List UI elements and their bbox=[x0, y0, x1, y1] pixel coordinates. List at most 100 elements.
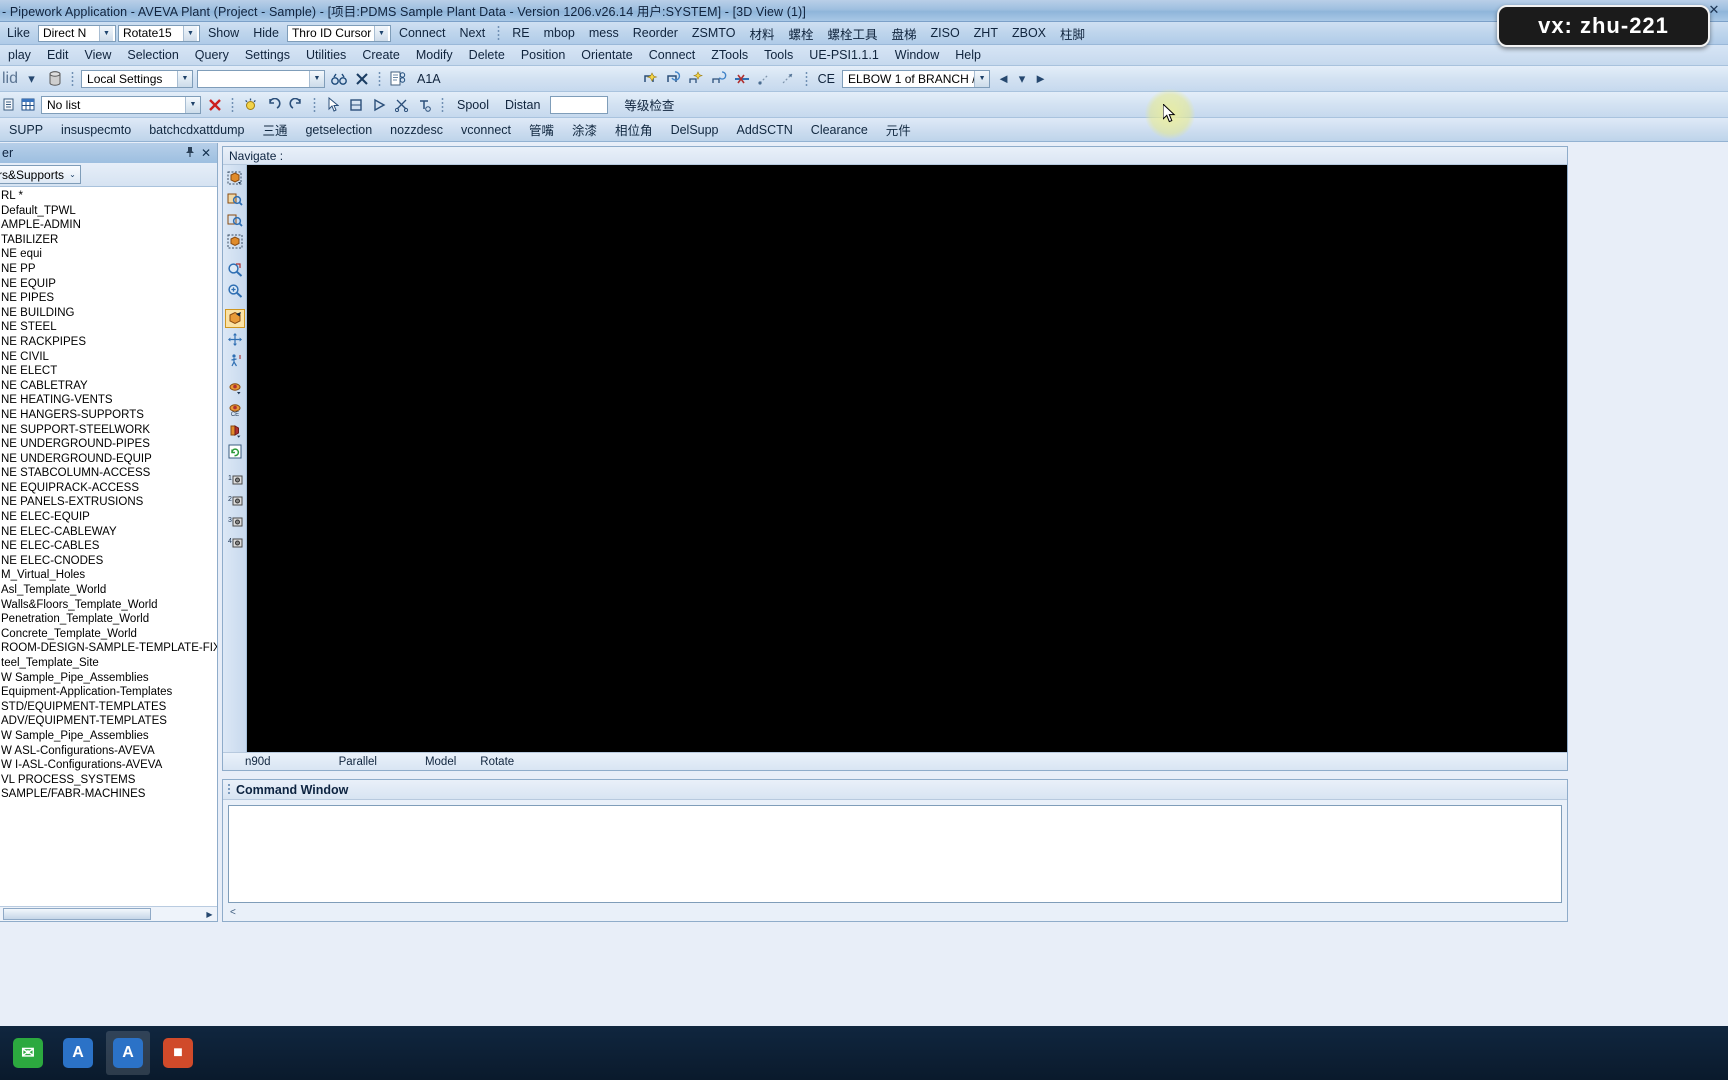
menu-item-tools[interactable]: Tools bbox=[756, 48, 801, 62]
arrow-right-icon[interactable]: ► bbox=[1030, 68, 1051, 89]
view-preset-1-icon[interactable]: 1 bbox=[225, 470, 245, 489]
menu-item-position[interactable]: Position bbox=[513, 48, 573, 62]
zoom-select-icon[interactable] bbox=[225, 190, 245, 209]
hide-button[interactable]: Hide bbox=[246, 26, 286, 40]
tree-item[interactable]: W Sample_Pipe_Assemblies bbox=[0, 671, 217, 686]
menu-item-connect[interactable]: Connect bbox=[641, 48, 704, 62]
menu-item-play[interactable]: play bbox=[0, 48, 39, 62]
command-window-input[interactable] bbox=[228, 805, 1562, 903]
thro-id-cursor-combo[interactable]: Thro ID Cursor ▼ bbox=[286, 24, 391, 42]
chevron-down-icon[interactable]: ▼ bbox=[974, 70, 990, 87]
taskbar-item-wechat[interactable]: ✉ bbox=[6, 1031, 50, 1075]
view-direction-icon[interactable] bbox=[225, 421, 245, 440]
addin-button-ziso[interactable]: ZISO bbox=[924, 26, 967, 40]
command-nozzdesc[interactable]: nozzdesc bbox=[381, 123, 452, 137]
3d-canvas[interactable] bbox=[247, 165, 1567, 752]
addin-button-zht[interactable]: ZHT bbox=[967, 26, 1005, 40]
tree-item[interactable]: RL * bbox=[0, 189, 217, 204]
tree-item[interactable]: W ASL-Configurations-AVEVA bbox=[0, 744, 217, 759]
tree-item[interactable]: STD/EQUIPMENT-TEMPLATES bbox=[0, 700, 217, 715]
tree-item[interactable]: Asl_Template_World bbox=[0, 583, 217, 598]
addin-button--[interactable]: 盘梯 bbox=[884, 24, 923, 43]
distan-button[interactable]: Distan bbox=[497, 98, 548, 112]
direct-combo[interactable]: Direct N ▼ bbox=[37, 24, 116, 42]
view-preset-4-icon[interactable]: 4 bbox=[225, 533, 245, 552]
arrow-left-icon[interactable]: ◄ bbox=[993, 68, 1014, 89]
chevron-down-icon[interactable]: ▼ bbox=[373, 25, 388, 41]
command-getselection[interactable]: getselection bbox=[296, 123, 381, 137]
chevron-down-icon[interactable]: ▼ bbox=[182, 25, 197, 41]
tree-item[interactable]: ADV/EQUIPMENT-TEMPLATES bbox=[0, 714, 217, 729]
binoculars-icon[interactable] bbox=[328, 68, 349, 89]
addin-button-zbox[interactable]: ZBOX bbox=[1005, 26, 1053, 40]
menu-item-selection[interactable]: Selection bbox=[119, 48, 186, 62]
chevron-down-icon[interactable]: ▾ bbox=[21, 68, 42, 89]
tree-item[interactable]: NE equi bbox=[0, 247, 217, 262]
menu-item-window[interactable]: Window bbox=[887, 48, 947, 62]
idea-bulb-icon[interactable] bbox=[240, 94, 261, 115]
command-window-header[interactable]: Command Window bbox=[223, 780, 1567, 800]
scroll-right-icon[interactable]: ▶ bbox=[202, 910, 217, 919]
branch-start-icon[interactable] bbox=[640, 68, 661, 89]
addin-button--[interactable]: 材料 bbox=[742, 24, 781, 43]
tree-item[interactable]: NE PP bbox=[0, 262, 217, 277]
walk-through-icon[interactable] bbox=[225, 169, 245, 188]
menu-item-view[interactable]: View bbox=[76, 48, 119, 62]
tree-item[interactable]: teel_Template_Site bbox=[0, 656, 217, 671]
branch-end-create-icon[interactable] bbox=[709, 68, 730, 89]
command--[interactable]: 相位角 bbox=[606, 120, 662, 139]
command-addsctn[interactable]: AddSCTN bbox=[728, 123, 802, 137]
chevron-down-icon[interactable]: ▼ bbox=[185, 96, 200, 113]
command-delsupp[interactable]: DelSupp bbox=[662, 123, 728, 137]
document-properties-icon[interactable] bbox=[387, 68, 408, 89]
menu-item-ue-psi1.1.1[interactable]: UE-PSI1.1.1 bbox=[801, 48, 886, 62]
command-vconnect[interactable]: vconnect bbox=[452, 123, 520, 137]
spool-button[interactable]: Spool bbox=[449, 98, 497, 112]
point-move-icon[interactable] bbox=[778, 68, 799, 89]
connect-button[interactable]: Connect bbox=[392, 26, 453, 40]
tree-item[interactable]: W Sample_Pipe_Assemblies bbox=[0, 729, 217, 744]
design-tree[interactable]: RL * Default_TPWL AMPLE-ADMIN TABILIZER NE e… bbox=[0, 187, 217, 906]
addin-button--[interactable]: 柱脚 bbox=[1053, 24, 1092, 43]
grade-check-button[interactable]: 等级检查 bbox=[610, 95, 680, 114]
list-combo[interactable]: No list ▼ bbox=[41, 95, 201, 114]
menu-item-settings[interactable]: Settings bbox=[237, 48, 298, 62]
list-icon[interactable] bbox=[1, 94, 15, 115]
branch-start-create-icon[interactable] bbox=[686, 68, 707, 89]
scrollbar-thumb[interactable] bbox=[3, 908, 151, 920]
chevron-down-icon[interactable]: ⌄ bbox=[65, 170, 80, 179]
menu-item-ztools[interactable]: ZTools bbox=[703, 48, 756, 62]
command--[interactable]: 元件 bbox=[877, 120, 920, 139]
view-preset-3-icon[interactable]: 3 bbox=[225, 512, 245, 531]
command-batchcdxattdump[interactable]: batchcdxattdump bbox=[140, 123, 253, 137]
taskbar-item-aveva-design[interactable]: A bbox=[106, 1031, 150, 1075]
addin-button-reorder[interactable]: Reorder bbox=[626, 26, 685, 40]
ce-element-combo[interactable]: ELBOW 1 of BRANCH /250-B ▼ bbox=[842, 69, 991, 88]
tree-item[interactable]: NE ELEC-EQUIP bbox=[0, 510, 217, 525]
local-settings-combo[interactable]: Local Settings ▼ bbox=[81, 69, 194, 88]
tree-item[interactable]: NE CABLETRAY bbox=[0, 379, 217, 394]
tree-item[interactable]: NE UNDERGROUND-PIPES bbox=[0, 437, 217, 452]
drag-grip[interactable] bbox=[227, 783, 231, 796]
menu-item-delete[interactable]: Delete bbox=[461, 48, 513, 62]
menu-item-utilities[interactable]: Utilities bbox=[298, 48, 354, 62]
menu-item-query[interactable]: Query bbox=[187, 48, 237, 62]
command--[interactable]: 三通 bbox=[253, 120, 296, 139]
point-pick-icon[interactable] bbox=[755, 68, 776, 89]
tree-item[interactable]: NE EQUIP bbox=[0, 277, 217, 292]
box-icon[interactable] bbox=[345, 94, 366, 115]
taskbar-item-aveva-admin[interactable]: A bbox=[56, 1031, 100, 1075]
red-x-icon[interactable] bbox=[204, 94, 225, 115]
delete-x-icon[interactable] bbox=[351, 68, 372, 89]
db-icon[interactable] bbox=[44, 68, 65, 89]
addin-button--[interactable]: 螺栓 bbox=[781, 24, 820, 43]
chevron-down-icon[interactable]: ▼ bbox=[177, 70, 193, 87]
command-clearance[interactable]: Clearance bbox=[802, 123, 877, 137]
tree-item[interactable]: NE CIVIL bbox=[0, 350, 217, 365]
tree-item[interactable]: SAMPLE/FABR-MACHINES bbox=[0, 787, 217, 802]
secondary-combo[interactable]: ▼ bbox=[197, 69, 326, 88]
tree-item[interactable]: NE HANGERS-SUPPORTS bbox=[0, 408, 217, 423]
addin-button--[interactable]: 螺栓工具 bbox=[820, 24, 884, 43]
scissors-icon[interactable] bbox=[391, 94, 412, 115]
menu-item-create[interactable]: Create bbox=[354, 48, 408, 62]
